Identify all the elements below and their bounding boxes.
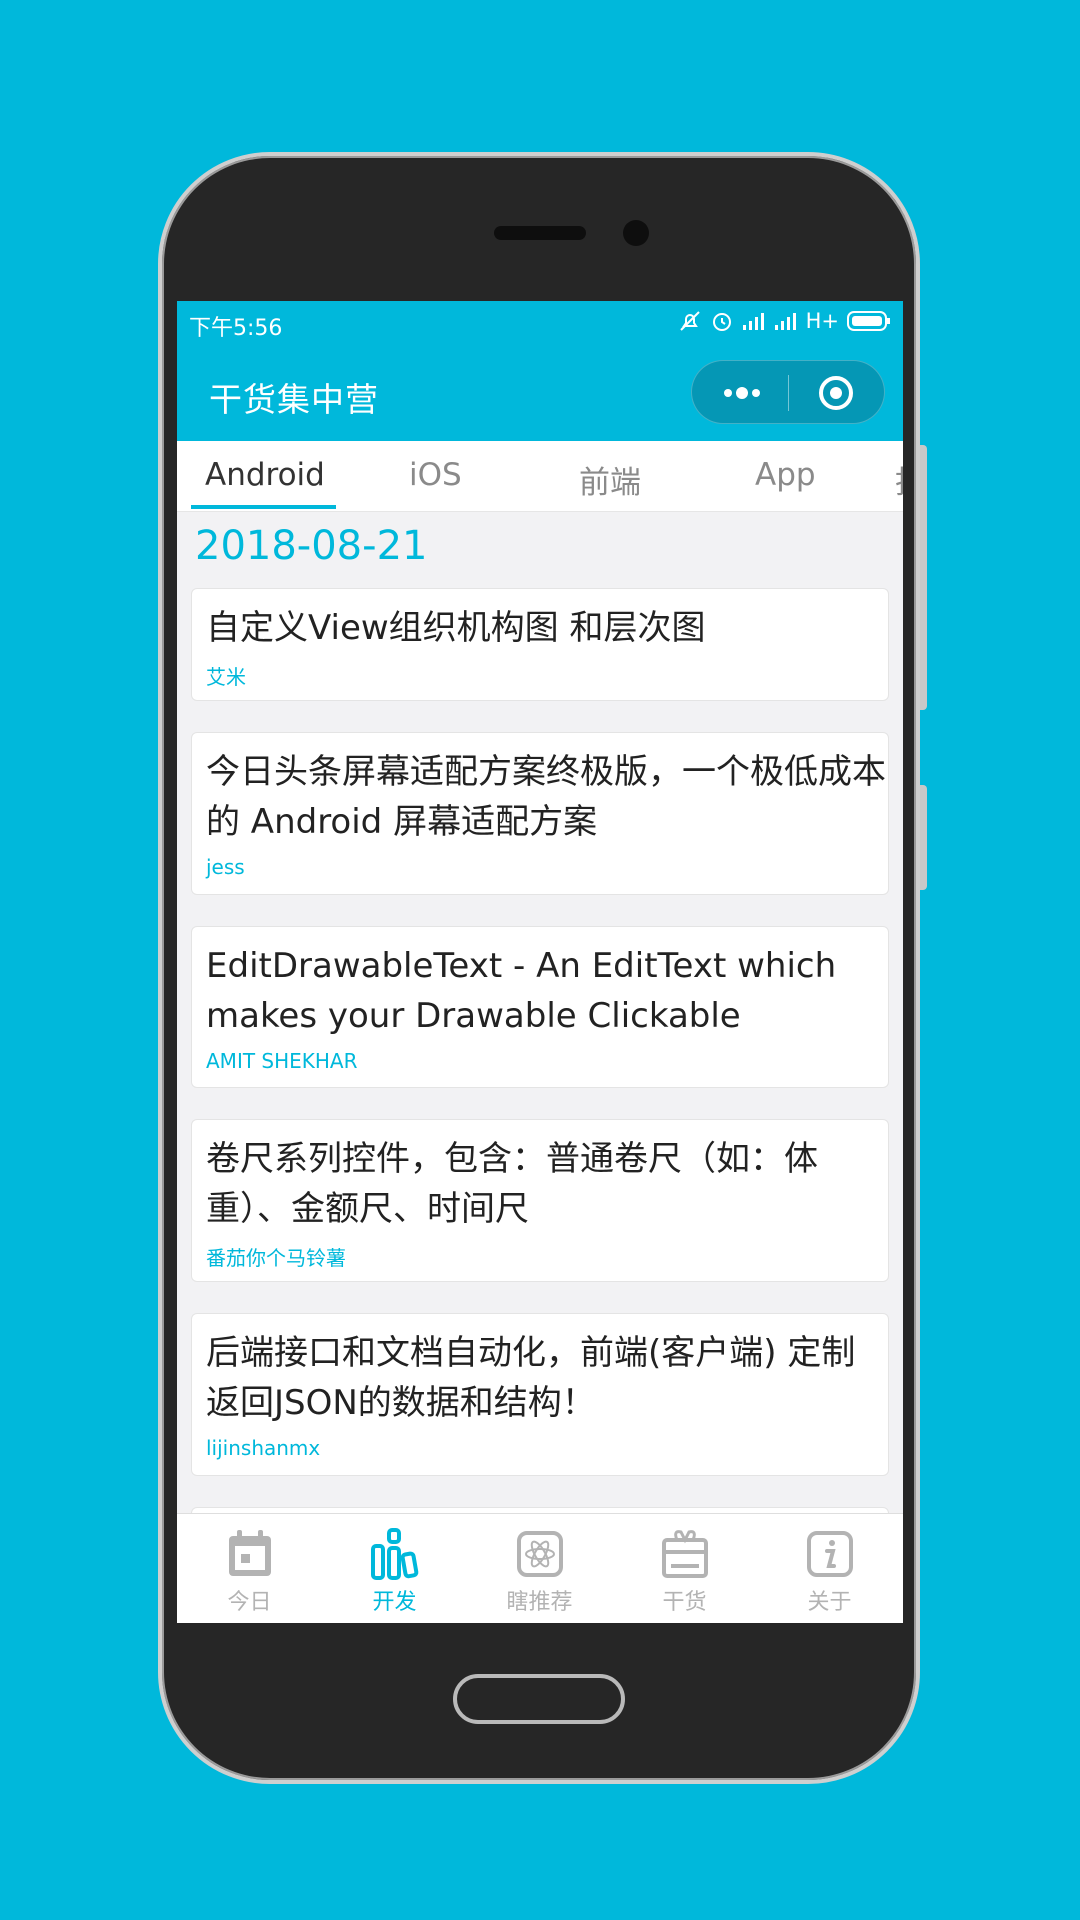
tabbar-label: 干货 xyxy=(662,1590,707,1615)
capsule-divider xyxy=(788,375,789,411)
status-bar: 下午5:56 H+ xyxy=(177,301,903,345)
tabbar-item-recommend[interactable]: 瞎推荐 xyxy=(467,1514,612,1623)
tab-android[interactable]: Android xyxy=(205,457,325,493)
article-author: jess xyxy=(206,855,245,879)
network-type: H+ xyxy=(805,309,839,333)
target-close-icon[interactable] xyxy=(818,375,854,411)
active-tab-indicator xyxy=(191,505,336,509)
home-button[interactable] xyxy=(453,1674,625,1724)
bottom-tab-bar: 今日 开发 瞎推荐 干货 关于 xyxy=(177,1513,903,1623)
article-title: EditDrawableText - An EditText which mak… xyxy=(206,946,837,1036)
article-title: 后端接口和文档自动化，前端(客户端) 定制返回JSON的数据和结构！ xyxy=(206,1333,856,1423)
date-header: 2018-08-21 xyxy=(195,523,428,569)
front-camera xyxy=(623,220,649,246)
status-time: 下午5:56 xyxy=(189,316,283,341)
gift-box-icon xyxy=(661,1530,708,1578)
article-card[interactable]: 自定义View组织机构图 和层次图 艾米 xyxy=(191,588,889,701)
info-icon xyxy=(806,1531,853,1577)
more-dots-icon[interactable] xyxy=(720,375,764,411)
signal-icon xyxy=(774,313,796,330)
app-screen: 下午5:56 H+ 干货集中营 Android iOS 前端 App 2018-… xyxy=(177,301,903,1623)
article-author: lijinshanmx xyxy=(206,1436,321,1460)
tab-ios[interactable]: iOS xyxy=(409,457,462,493)
mute-icon xyxy=(679,311,700,331)
category-tabs: Android iOS 前端 App 拓 xyxy=(177,441,903,512)
article-author: 艾米 xyxy=(206,665,246,689)
miniprogram-capsule xyxy=(691,360,885,424)
article-card[interactable]: 卷尺系列控件，包含：普通卷尺（如：体重）、金额尺、时间尺 番茄你个马铃薯 xyxy=(191,1119,889,1282)
battery-icon xyxy=(847,311,890,331)
article-title: 自定义View组织机构图 和层次图 xyxy=(206,608,706,648)
article-author: 番茄你个马铃薯 xyxy=(206,1246,346,1270)
power-button xyxy=(920,785,927,890)
volume-button xyxy=(920,445,927,710)
status-icons: H+ xyxy=(678,309,891,333)
page-title: 干货集中营 xyxy=(209,380,379,419)
atom-icon xyxy=(516,1531,563,1577)
nav-bar: 干货集中营 xyxy=(177,345,903,441)
article-card[interactable]: EditDrawableText - An EditText which mak… xyxy=(191,926,889,1088)
earpiece-speaker xyxy=(494,226,586,240)
tabbar-item-today[interactable]: 今日 xyxy=(177,1514,322,1623)
tab-more[interactable]: 拓 xyxy=(895,457,903,502)
dev-bars-icon xyxy=(370,1528,418,1580)
tab-app[interactable]: App xyxy=(755,457,816,493)
article-card[interactable]: 后端接口和文档自动化，前端(客户端) 定制返回JSON的数据和结构！ lijin… xyxy=(191,1313,889,1476)
article-title: 卷尺系列控件，包含：普通卷尺（如：体重）、金额尺、时间尺 xyxy=(206,1139,818,1229)
calendar-icon xyxy=(228,1530,271,1576)
article-author: AMIT SHEKHAR xyxy=(206,1049,358,1073)
article-card[interactable]: 今日头条屏幕适配方案终极版，一个极低成本的 Android 屏幕适配方案 jes… xyxy=(191,732,889,895)
tabbar-label: 关于 xyxy=(807,1590,852,1615)
tabbar-label: 瞎推荐 xyxy=(506,1590,573,1615)
tabbar-label: 开发 xyxy=(372,1590,417,1615)
tabbar-item-about[interactable]: 关于 xyxy=(757,1514,902,1623)
alarm-icon xyxy=(712,313,731,331)
tab-frontend[interactable]: 前端 xyxy=(579,457,641,502)
tabbar-item-dev[interactable]: 开发 xyxy=(322,1514,467,1623)
tabbar-label: 今日 xyxy=(227,1590,272,1615)
signal-icon xyxy=(742,313,764,330)
article-title: 今日头条屏幕适配方案终极版，一个极低成本的 Android 屏幕适配方案 xyxy=(206,752,886,842)
tabbar-item-goods[interactable]: 干货 xyxy=(612,1514,757,1623)
